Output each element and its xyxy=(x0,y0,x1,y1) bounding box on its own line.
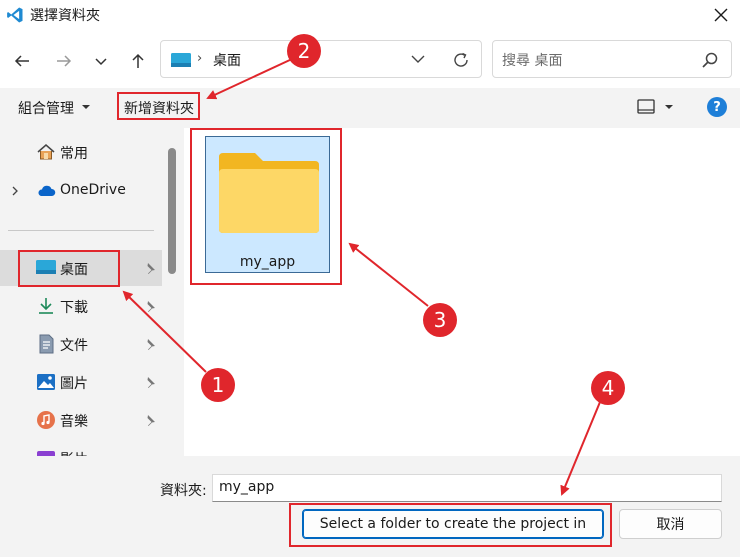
folder-item[interactable]: my_app xyxy=(205,136,330,273)
document-icon xyxy=(39,334,54,354)
back-button[interactable] xyxy=(9,48,35,74)
sidebar-item-desktop[interactable]: 桌面 xyxy=(0,250,162,286)
chevron-right-icon[interactable] xyxy=(10,185,20,197)
sidebar-item-videos[interactable]: 影片 xyxy=(0,440,162,456)
search-icon xyxy=(702,52,718,68)
arrow-right-icon xyxy=(57,55,72,67)
sidebar-item-pictures[interactable]: 圖片 xyxy=(0,364,162,400)
folder-icon xyxy=(219,153,319,233)
annotation-step-1: 1 xyxy=(201,368,235,402)
music-icon xyxy=(37,411,55,429)
help-button[interactable]: ? xyxy=(707,97,727,117)
desktop-icon xyxy=(36,260,56,274)
chevron-down-icon[interactable] xyxy=(409,50,427,68)
cloud-icon xyxy=(38,185,56,196)
pin-icon[interactable] xyxy=(144,338,156,350)
sidebar-item-home[interactable]: 常用 xyxy=(0,134,162,170)
sidebar-item-label: 音樂 xyxy=(60,414,88,430)
pin-icon[interactable] xyxy=(144,414,156,426)
annotation-step-2: 2 xyxy=(287,34,321,68)
sidebar-item-label: OneDrive xyxy=(60,182,126,198)
annotation-step-3: 3 xyxy=(423,303,457,337)
caret-down-icon[interactable] xyxy=(665,103,673,111)
sidebar-item-documents[interactable]: 文件 xyxy=(0,326,162,362)
new-folder-button[interactable]: 新增資料夾 xyxy=(124,98,194,118)
refresh-icon[interactable] xyxy=(451,50,471,70)
sidebar-item-downloads[interactable]: 下載 xyxy=(0,288,162,324)
window-title: 選擇資料夾 xyxy=(30,8,100,24)
sidebar-item-label: 圖片 xyxy=(60,376,88,392)
view-layout-icon[interactable] xyxy=(637,99,655,115)
sidebar-item-label: 下載 xyxy=(60,300,88,316)
navigation-pane: 常用 OneDrive 桌面 下載 文件 圖片 音樂 xyxy=(0,128,184,456)
forward-button[interactable] xyxy=(51,48,77,74)
vscode-icon xyxy=(7,7,23,23)
sidebar-item-label: 桌面 xyxy=(60,262,88,278)
download-icon xyxy=(39,298,53,314)
folder-name-input[interactable]: my_app xyxy=(212,474,722,502)
annotation-step-4: 4 xyxy=(591,371,625,405)
folder-name: my_app xyxy=(239,254,296,270)
pin-icon[interactable] xyxy=(144,300,156,312)
breadcrumb-separator: › xyxy=(197,51,203,66)
home-icon xyxy=(37,144,55,160)
folder-field-label: 資料夾: xyxy=(160,483,207,499)
sidebar-divider xyxy=(8,230,154,231)
arrow-up-icon xyxy=(132,53,144,68)
video-icon xyxy=(37,451,55,456)
command-bar: 組合管理 新增資料夾 ? xyxy=(0,88,740,128)
dialog-footer: 資料夾: my_app Select a folder to create th… xyxy=(0,456,740,557)
breadcrumb-location[interactable]: 桌面 xyxy=(213,50,241,70)
close-icon xyxy=(714,8,728,22)
arrow-left-icon xyxy=(14,55,29,67)
sidebar-item-onedrive[interactable]: OneDrive xyxy=(0,173,162,209)
sidebar-item-label: 常用 xyxy=(60,146,88,162)
caret-down-icon[interactable] xyxy=(82,103,90,111)
cancel-button[interactable]: 取消 xyxy=(619,509,722,539)
sidebar-item-label: 文件 xyxy=(60,338,88,354)
picture-icon xyxy=(37,374,55,390)
pin-icon[interactable] xyxy=(144,376,156,388)
title-bar: 選擇資料夾 xyxy=(0,0,740,30)
chevron-down-icon xyxy=(95,58,107,66)
address-bar[interactable]: › 桌面 xyxy=(160,40,482,78)
sidebar-item-music[interactable]: 音樂 xyxy=(0,402,162,438)
pin-icon[interactable] xyxy=(144,262,156,274)
file-list: my_app xyxy=(184,128,740,456)
up-button[interactable] xyxy=(125,48,151,74)
navigation-bar: › 桌面 搜尋 桌面 xyxy=(0,30,740,88)
search-box[interactable]: 搜尋 桌面 xyxy=(492,40,732,78)
organize-menu[interactable]: 組合管理 xyxy=(18,98,74,118)
search-placeholder: 搜尋 桌面 xyxy=(502,53,563,69)
recent-locations-button[interactable] xyxy=(88,48,114,74)
sidebar-item-label: 影片 xyxy=(60,449,88,456)
sidebar-scrollbar[interactable] xyxy=(168,148,176,274)
close-button[interactable] xyxy=(710,4,732,26)
desktop-icon xyxy=(171,53,191,67)
select-folder-button[interactable]: Select a folder to create the project in xyxy=(302,509,604,539)
